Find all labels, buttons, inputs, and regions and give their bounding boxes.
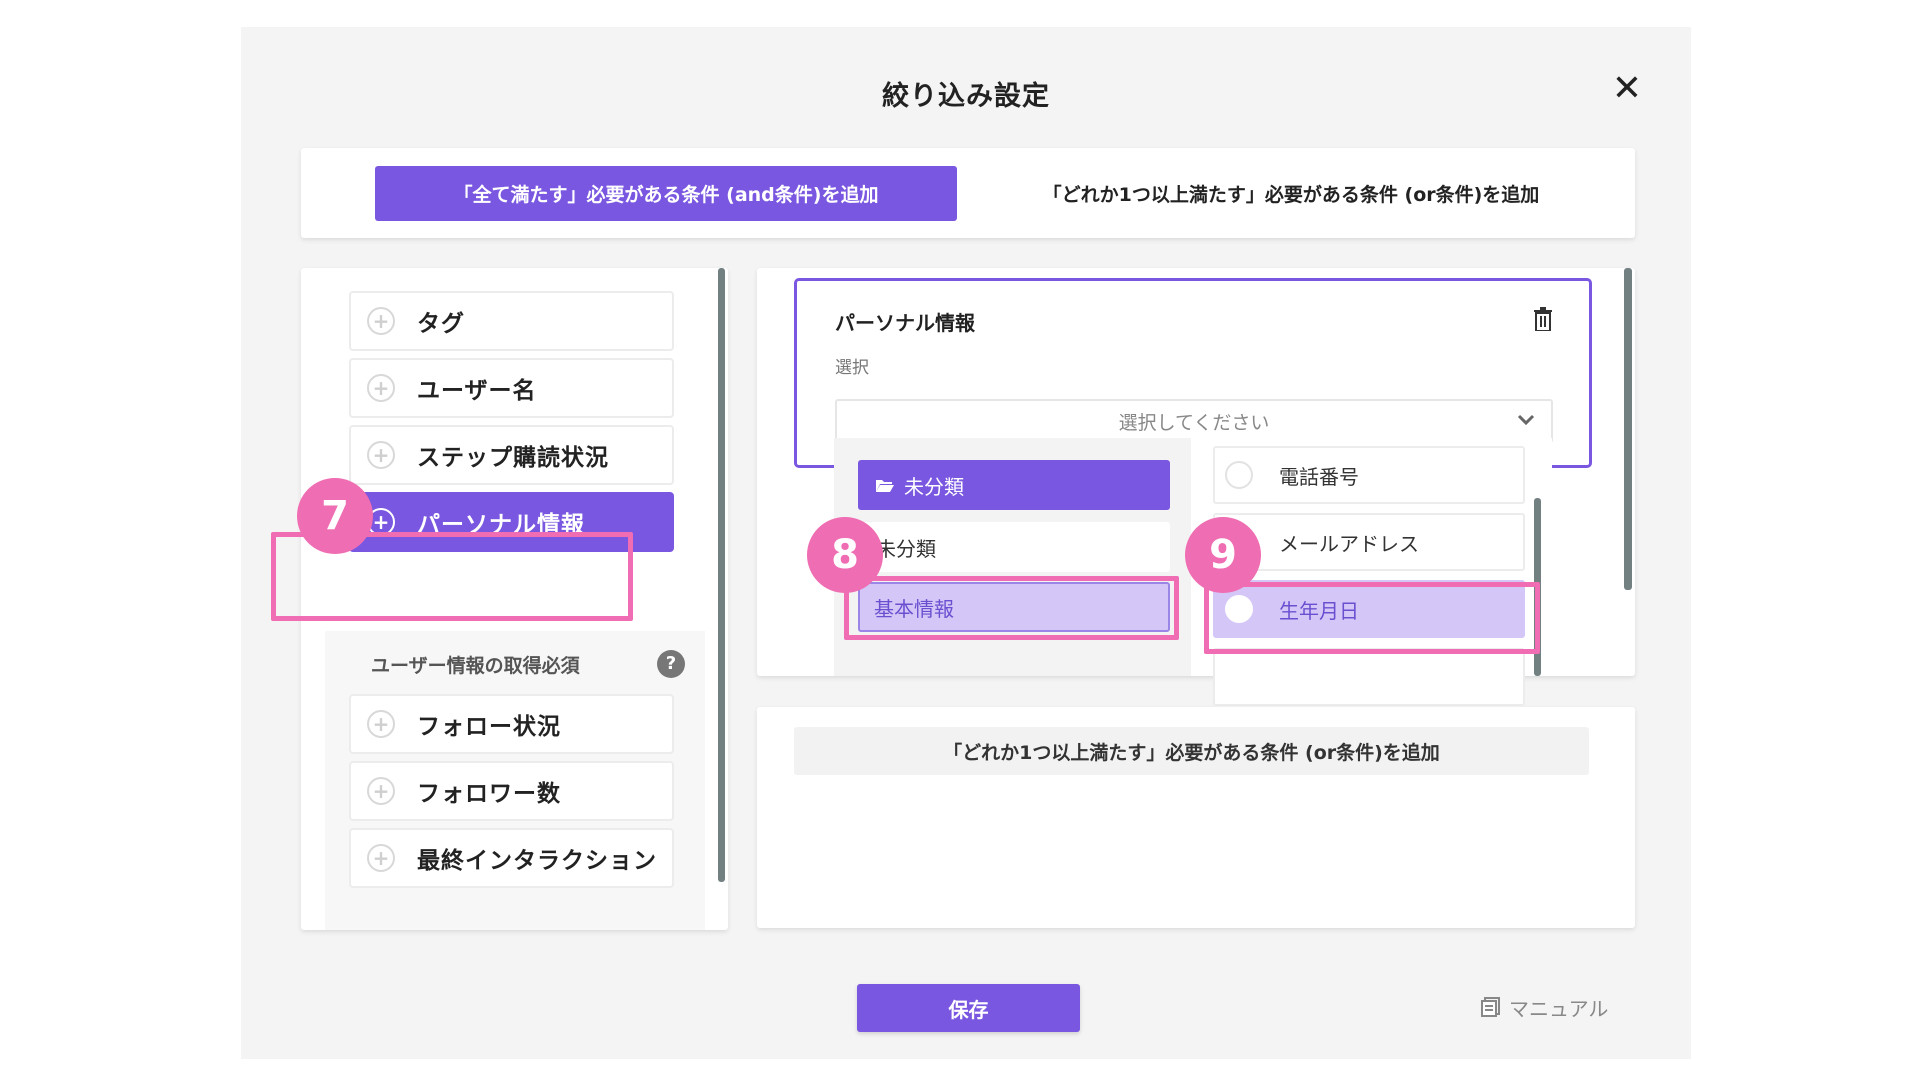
option-label: メールアドレス [1279,531,1419,556]
option-phone[interactable]: 電話番号 [1213,446,1525,504]
category-label: フォロー状況 [417,714,561,740]
category-item-username[interactable]: + ユーザー名 [349,358,674,418]
save-button[interactable]: 保存 [857,984,1080,1032]
modal-title: 絞り込み設定 [882,81,1050,112]
category-label: ユーザー名 [417,378,537,404]
step-badge-9: 9 [1185,517,1261,593]
folder-label: 未分類 [904,474,964,499]
close-icon[interactable]: ✕ [1607,69,1647,109]
condition-type-tabs: 「全て満たす」必要がある条件 (and条件)を追加 「どれか1つ以上満たす」必要… [301,148,1635,238]
category-label: 最終インタラクション [417,848,657,874]
add-and-condition-tab[interactable]: 「全て満たす」必要がある条件 (and条件)を追加 [375,166,957,221]
add-or-condition-button[interactable]: 「どれか1つ以上満たす」必要がある条件 (or条件)を追加 [794,727,1589,775]
condition-title: パーソナル情報 [835,311,975,335]
plus-circle-icon: + [367,710,395,738]
folder-label: 未分類 [876,536,936,561]
add-or-condition-tab[interactable]: 「どれか1つ以上満たす」必要がある条件 (or条件)を追加 [981,166,1601,221]
folder-open-icon [876,480,894,492]
chevron-down-icon [1517,414,1535,426]
or-condition-panel: 「どれか1つ以上満たす」必要がある条件 (or条件)を追加 [757,707,1635,928]
plus-circle-icon: + [367,844,395,872]
help-icon[interactable]: ? [657,650,685,678]
category-item-last-interaction[interactable]: + 最終インタラクション [349,828,674,888]
category-label: ステップ購読状況 [417,445,609,471]
option-partial[interactable] [1213,648,1525,706]
manual-link[interactable]: マニュアル [1481,991,1608,1023]
folder-item-unclassified[interactable]: 未分類 [858,522,1170,572]
folder-list: 未分類 未分類 基本情報 [834,438,1191,676]
folder-item-unclassified-open[interactable]: 未分類 [858,460,1170,510]
plus-circle-icon: + [367,777,395,805]
manual-label: マニュアル [1509,996,1609,1021]
category-item-follow-status[interactable]: + フォロー状況 [349,694,674,754]
highlight-box-basic-info [844,576,1179,640]
category-label: タグ [417,311,465,337]
category-item-step-subscription[interactable]: + ステップ購読状況 [349,425,674,485]
select-label: 選択 [835,358,869,378]
plus-circle-icon: + [367,441,395,469]
plus-circle-icon: + [367,307,395,335]
select-placeholder: 選択してください [1118,411,1270,434]
category-item-follower-count[interactable]: + フォロワー数 [349,761,674,821]
category-label: フォロワー数 [417,781,561,807]
option-label: 電話番号 [1279,464,1359,489]
required-user-info-label: ユーザー情報の取得必須 [371,655,580,677]
scrollbar[interactable] [1624,268,1632,590]
step-badge-7: 7 [297,478,373,554]
filter-settings-modal: 絞り込み設定 ✕ 「全て満たす」必要がある条件 (and条件)を追加 「どれか1… [241,27,1691,1059]
manual-book-icon [1481,997,1500,1017]
scrollbar[interactable] [718,268,725,882]
step-badge-8: 8 [807,517,883,593]
trash-icon[interactable] [1533,307,1553,331]
plus-circle-icon: + [367,374,395,402]
highlight-box-birthday [1204,582,1540,654]
radio-icon [1225,461,1253,489]
category-item-tag[interactable]: + タグ [349,291,674,351]
personal-info-select[interactable]: 選択してください [835,399,1553,443]
